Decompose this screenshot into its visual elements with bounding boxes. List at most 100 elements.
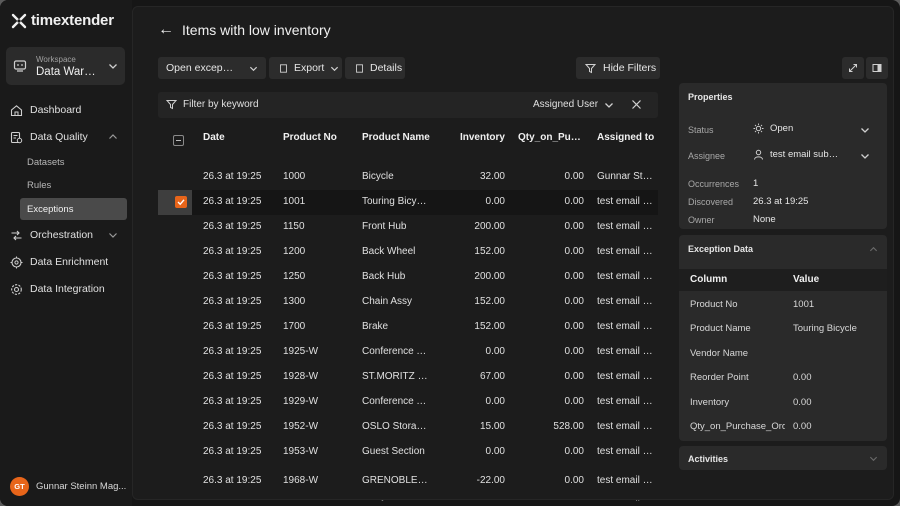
exception-column-name: Qty_on_Purchase_Order bbox=[690, 421, 785, 432]
export-button[interactable]: Export bbox=[269, 57, 342, 79]
activities-panel[interactable]: Activities bbox=[679, 446, 887, 470]
exception-column-value: 0.00 bbox=[793, 372, 812, 383]
chevron-up-icon[interactable] bbox=[869, 245, 878, 254]
toggle-panel-button[interactable] bbox=[866, 57, 888, 79]
expand-icon bbox=[849, 64, 857, 72]
chevron-up-icon[interactable] bbox=[108, 132, 118, 142]
assigned-user-filter[interactable]: Assigned User bbox=[533, 99, 614, 110]
cell-inventory: 152.00 bbox=[474, 321, 505, 332]
nav-subitem-exceptions[interactable]: Exceptions bbox=[27, 204, 73, 215]
chevron-down-icon bbox=[331, 66, 339, 71]
workspace-label: Workspace bbox=[36, 55, 76, 64]
brand-logo[interactable]: timextender bbox=[11, 12, 114, 29]
cell-product-no: 1150 bbox=[283, 221, 305, 232]
main-panel: ← Items with low inventory Open exceptio… bbox=[132, 6, 894, 501]
cell-qty-on-purchase-order: 0.00 bbox=[524, 500, 584, 501]
cell-qty-on-purchase-order: 0.00 bbox=[564, 446, 584, 457]
workspace-icon bbox=[13, 60, 27, 72]
workspace-selector[interactable]: Workspace Data Warehouse bbox=[6, 47, 125, 85]
table-row[interactable]: 26.3 at 19:25 1952-W OSLO Storage Unit 15.0… bbox=[158, 415, 658, 440]
avatar: GT bbox=[10, 477, 29, 496]
table-row[interactable]: 26.3 at 19:25 1150 Front Hub 200.00 0.00 test… bbox=[158, 215, 658, 240]
filter-bar: Filter by keyword Assigned User bbox=[158, 92, 658, 118]
cell-product-name: Guest Section bbox=[362, 446, 425, 457]
cell-qty-on-purchase-order: 0.00 bbox=[564, 371, 584, 382]
cell-product-name: Brake bbox=[362, 321, 389, 332]
cell-inventory: -22.00 bbox=[476, 475, 505, 486]
cell-inventory: 0.00 bbox=[448, 500, 505, 501]
nav-subitem-rules[interactable]: Rules bbox=[27, 180, 51, 191]
column-header-product-name[interactable]: Product Name bbox=[362, 132, 430, 143]
chevron-down-icon[interactable] bbox=[108, 230, 118, 240]
cell-product-name: Conference Table bbox=[362, 396, 428, 407]
orchestration-icon bbox=[11, 230, 22, 240]
nav-label: Data Quality bbox=[30, 131, 88, 143]
cell-assigned-to: Gunnar Steinn Magnusson bbox=[597, 171, 657, 182]
table-row[interactable]: 26.3 at 19:25 1925-W Conference Table 0.00 0… bbox=[158, 340, 658, 365]
nav-label: Dashboard bbox=[30, 104, 82, 116]
table-row[interactable]: 26.3 at 19:25 1953-W Guest Section 0.00 0.00… bbox=[158, 440, 658, 465]
table-row[interactable]: 26.3 at 19:25 1929-W Conference Table 0.00 0… bbox=[158, 390, 658, 415]
status-value: Open bbox=[770, 123, 794, 134]
column-header-inventory[interactable]: Inventory bbox=[455, 132, 505, 143]
checkbox-checked[interactable] bbox=[175, 196, 187, 208]
table-row[interactable]: 26.3 at 19:25 1000 Bicycle 32.00 0.00 Gunnar … bbox=[158, 165, 658, 190]
table-row[interactable]: 26.3 at 19:25 1300 Chain Assy 152.00 0.00 tes… bbox=[158, 290, 658, 315]
nav-subitem-datasets[interactable]: Datasets bbox=[27, 157, 65, 168]
table-row[interactable]: 26.3 at 19:25 1928-W ST.MORITZ Storage 67.0… bbox=[158, 365, 658, 390]
chevron-down-icon[interactable] bbox=[860, 125, 870, 135]
cell-date: 26.3 at 19:25 bbox=[203, 296, 262, 307]
nav-item-dashboard[interactable]: Dashboard bbox=[10, 101, 81, 119]
back-arrow-icon[interactable]: ← bbox=[158, 21, 174, 39]
table-row[interactable]: 26.3 at 19:25 1250 Back Hub 200.00 0.00 test … bbox=[158, 265, 658, 290]
cell-assigned-to: test email subscriber bbox=[597, 296, 657, 307]
status-label: Status bbox=[688, 125, 714, 135]
occurrences-label: Occurrences bbox=[688, 179, 740, 189]
nav-item-orchestration[interactable]: Orchestration bbox=[10, 226, 93, 244]
cell-product-no: 1700 bbox=[283, 321, 306, 332]
close-icon[interactable] bbox=[631, 99, 642, 110]
assignee-dropdown[interactable]: test email subscriber bbox=[753, 149, 840, 160]
column-header-qty-on-purchase-order[interactable]: Qty_on_Purchase_Order bbox=[518, 132, 584, 143]
export-label: Export bbox=[294, 62, 325, 74]
exception-data-panel: Exception Data Column Value Product No 10… bbox=[679, 235, 887, 441]
chevron-down-icon[interactable] bbox=[860, 151, 870, 161]
expand-button[interactable] bbox=[842, 57, 864, 79]
details-button[interactable]: Details bbox=[345, 57, 405, 79]
nav-item-data-quality[interactable]: Data Quality bbox=[10, 128, 88, 146]
cell-product-name: Bicycle bbox=[362, 171, 394, 182]
status-filter-dropdown[interactable]: Open exceptions bbox=[158, 57, 266, 79]
keyword-filter-input[interactable]: Filter by keyword bbox=[183, 99, 259, 110]
cell-product-name: OSLO Storage Unit bbox=[362, 421, 428, 432]
cell-product-no: 1928-W bbox=[283, 371, 319, 382]
table-row[interactable]: 26.3 at 19:25 1200 Back Wheel 152.00 0.00 tes… bbox=[158, 240, 658, 265]
nav-label: Data Enrichment bbox=[30, 256, 109, 268]
column-header-date[interactable]: Date bbox=[203, 132, 225, 143]
nav-item-data-integration[interactable]: Data Integration bbox=[10, 280, 105, 298]
column-header-product-no[interactable]: Product No bbox=[283, 132, 337, 143]
checkmark-icon bbox=[177, 199, 185, 206]
exception-column-value: 0.00 bbox=[793, 397, 812, 408]
table-row[interactable]: 26.3 at 19:25 1968-W GRENOBLE Whiteboard -2… bbox=[158, 469, 658, 494]
column-header-assigned-to[interactable]: Assigned to bbox=[597, 132, 654, 143]
cell-date: 26.3 at 19:25 bbox=[203, 475, 262, 486]
cell-inventory: 152.00 bbox=[474, 246, 505, 257]
cell-product-no: 1300 bbox=[283, 296, 306, 307]
cell-assigned-to: test email subscriber bbox=[597, 196, 657, 207]
table-row[interactable]: 26.3 at 19:25 1700 Brake 152.00 0.00 test ema… bbox=[158, 315, 658, 340]
nav-item-data-enrichment[interactable]: Data Enrichment bbox=[10, 253, 108, 271]
cell-inventory: 152.00 bbox=[474, 296, 505, 307]
hide-filters-button[interactable]: Hide Filters bbox=[576, 57, 660, 79]
cell-date: 26.3 at 19:25 bbox=[203, 221, 262, 232]
select-all-checkbox[interactable] bbox=[173, 135, 184, 146]
row-checkbox-cell[interactable] bbox=[158, 190, 192, 215]
cell-inventory: 200.00 bbox=[474, 271, 505, 282]
status-dropdown[interactable]: Open bbox=[753, 123, 793, 134]
table-row[interactable]: 26.3 at 19:25 1001 Touring Bicycle 0.00 0.00… bbox=[158, 190, 658, 215]
cell-product-no: 1968-W bbox=[283, 475, 319, 486]
cell-product-name: Front Hub bbox=[362, 221, 407, 232]
cell-inventory: 0.00 bbox=[485, 196, 505, 207]
table-row[interactable]: 26.3 at 19:25 1969-W Conference Table 0.00 0… bbox=[158, 494, 658, 501]
assignee-label: Assignee bbox=[688, 151, 726, 161]
user-profile[interactable]: GT Gunnar Steinn Mag... bbox=[10, 477, 126, 496]
